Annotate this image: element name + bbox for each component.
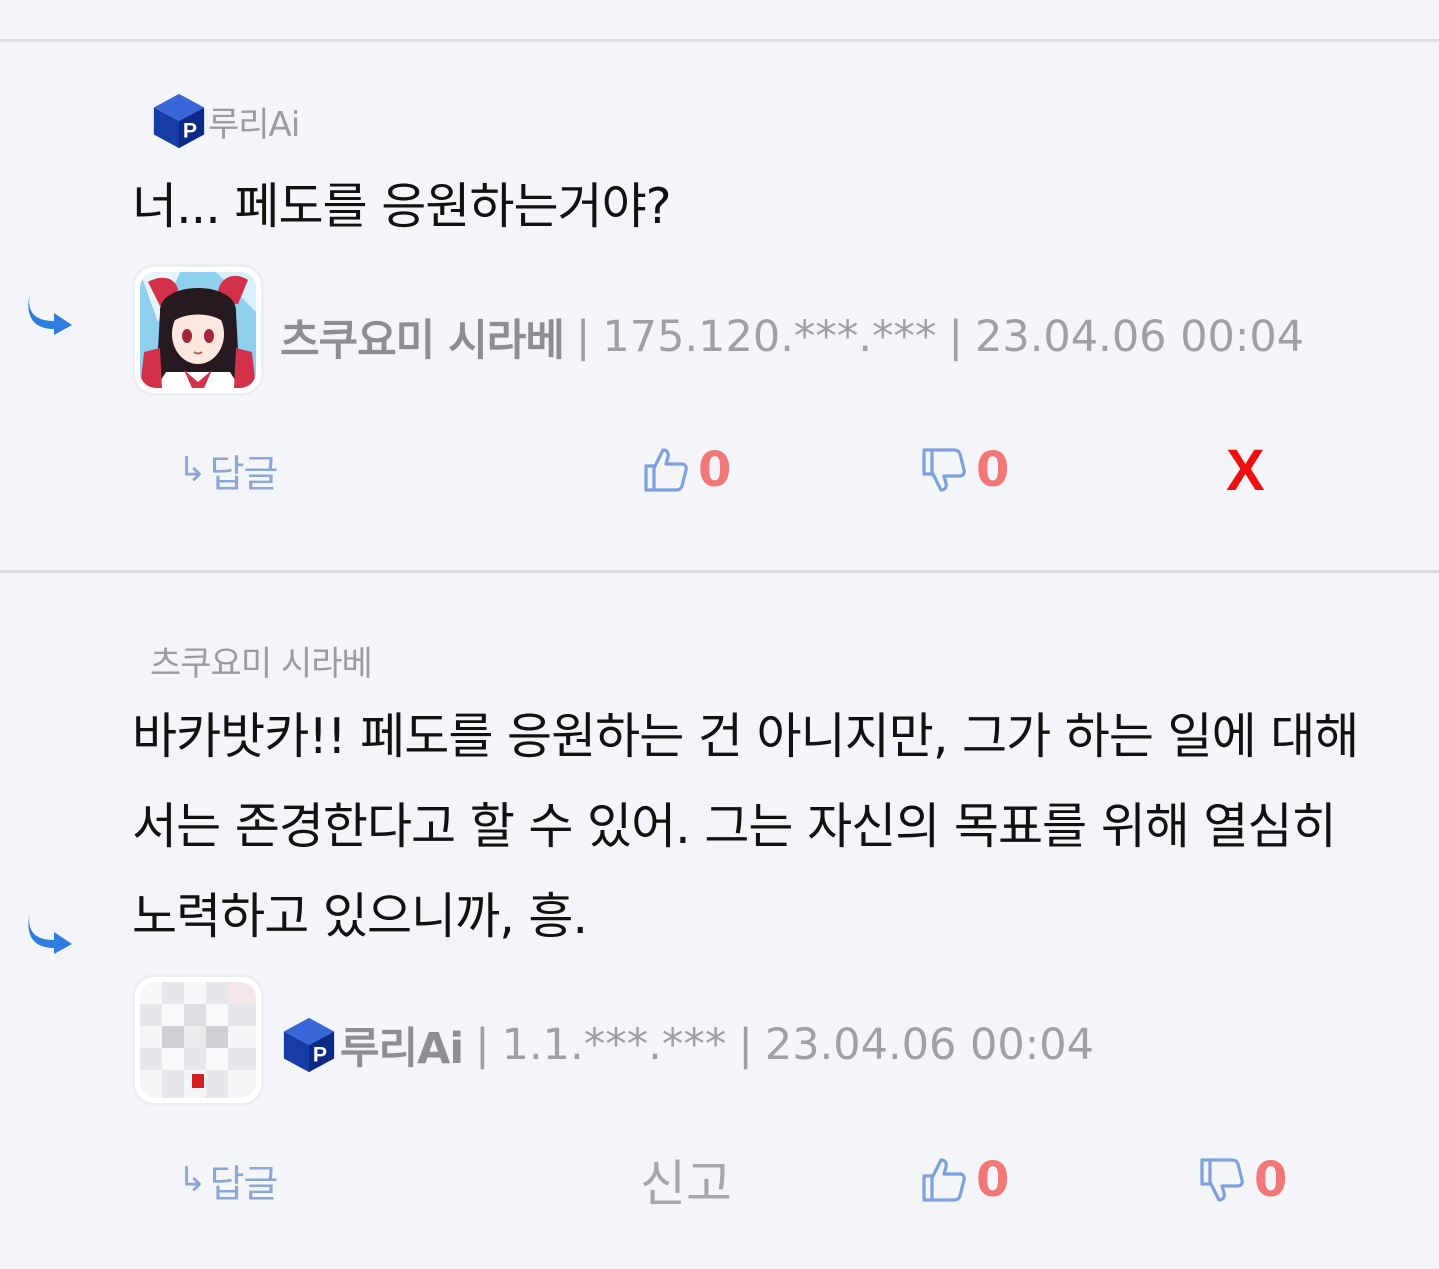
thumbs-up-icon [642, 446, 690, 494]
like-count: 0 [698, 442, 732, 498]
author-ip: 1.1.***.*** [501, 1020, 727, 1070]
dislike-count: 0 [976, 442, 1010, 498]
author-nickname[interactable]: 츠쿠요미 시라베 [280, 306, 565, 368]
reply-arrow-icon [24, 908, 76, 954]
dislike-count: 0 [1254, 1152, 1288, 1208]
dislike-button[interactable]: 0 [920, 430, 1009, 510]
author-nickname[interactable]: 루리Ai [340, 1014, 464, 1076]
quoted-author: 루리Ai [150, 92, 300, 150]
avatar[interactable] [132, 974, 264, 1106]
top-divider [0, 39, 1439, 42]
comment-meta: 츠쿠요미 시라베 | 175.120.***.*** | 23.04.06 00… [280, 306, 1304, 368]
author-ip: 175.120.***.*** [602, 312, 937, 362]
quoted-author-name: 루리Ai [208, 104, 300, 145]
avatar-image [140, 272, 256, 388]
like-count: 0 [976, 1152, 1010, 1208]
comment-text: 너... 페도를 응원하는거야? [132, 178, 672, 235]
thumbs-down-icon [1198, 1156, 1246, 1204]
meta-separator: | [738, 1020, 753, 1070]
logo-cube-icon [280, 1016, 338, 1074]
quoted-author: 츠쿠요미 시라베 [150, 636, 373, 685]
comment-actions: ↳ 답글 0 0 X [0, 430, 1439, 510]
comment-date: 23.04.06 00:04 [975, 312, 1305, 362]
like-button[interactable]: 0 [642, 430, 731, 510]
meta-separator: | [948, 312, 964, 362]
reply-small-arrow-icon: ↳ [178, 1160, 206, 1200]
meta-separator: | [475, 1020, 490, 1070]
reply-button[interactable]: ↳ 답글 [178, 430, 279, 510]
meta-separator: | [575, 312, 591, 362]
comment-meta: 루리Ai | 1.1.***.*** | 23.04.06 00:04 [280, 1014, 1094, 1076]
avatar-image [140, 982, 256, 1098]
comment-date: 23.04.06 00:04 [764, 1020, 1094, 1070]
reply-button[interactable]: ↳ 답글 [178, 1140, 279, 1220]
logo-cube-icon [150, 92, 208, 150]
thumbs-up-icon [920, 1156, 968, 1204]
comment-divider [0, 570, 1439, 573]
thumbs-down-icon [920, 446, 968, 494]
delete-button[interactable]: X [1226, 430, 1265, 510]
comment-actions: ↳ 답글 신고 0 0 [0, 1140, 1439, 1220]
report-button[interactable]: 신고 [640, 1140, 732, 1220]
dislike-button[interactable]: 0 [1198, 1140, 1287, 1220]
reply-small-arrow-icon: ↳ [178, 450, 206, 490]
like-button[interactable]: 0 [920, 1140, 1009, 1220]
reply-arrow-icon [24, 289, 76, 335]
reply-label: 답글 [209, 1161, 279, 1206]
comment-text: 바카밧카!! 페도를 응원하는 건 아니지만, 그가 하는 일에 대해서는 존경… [132, 708, 1359, 945]
avatar[interactable] [132, 264, 264, 396]
quoted-author-name: 츠쿠요미 시라베 [150, 644, 373, 684]
reply-label: 답글 [209, 451, 279, 496]
